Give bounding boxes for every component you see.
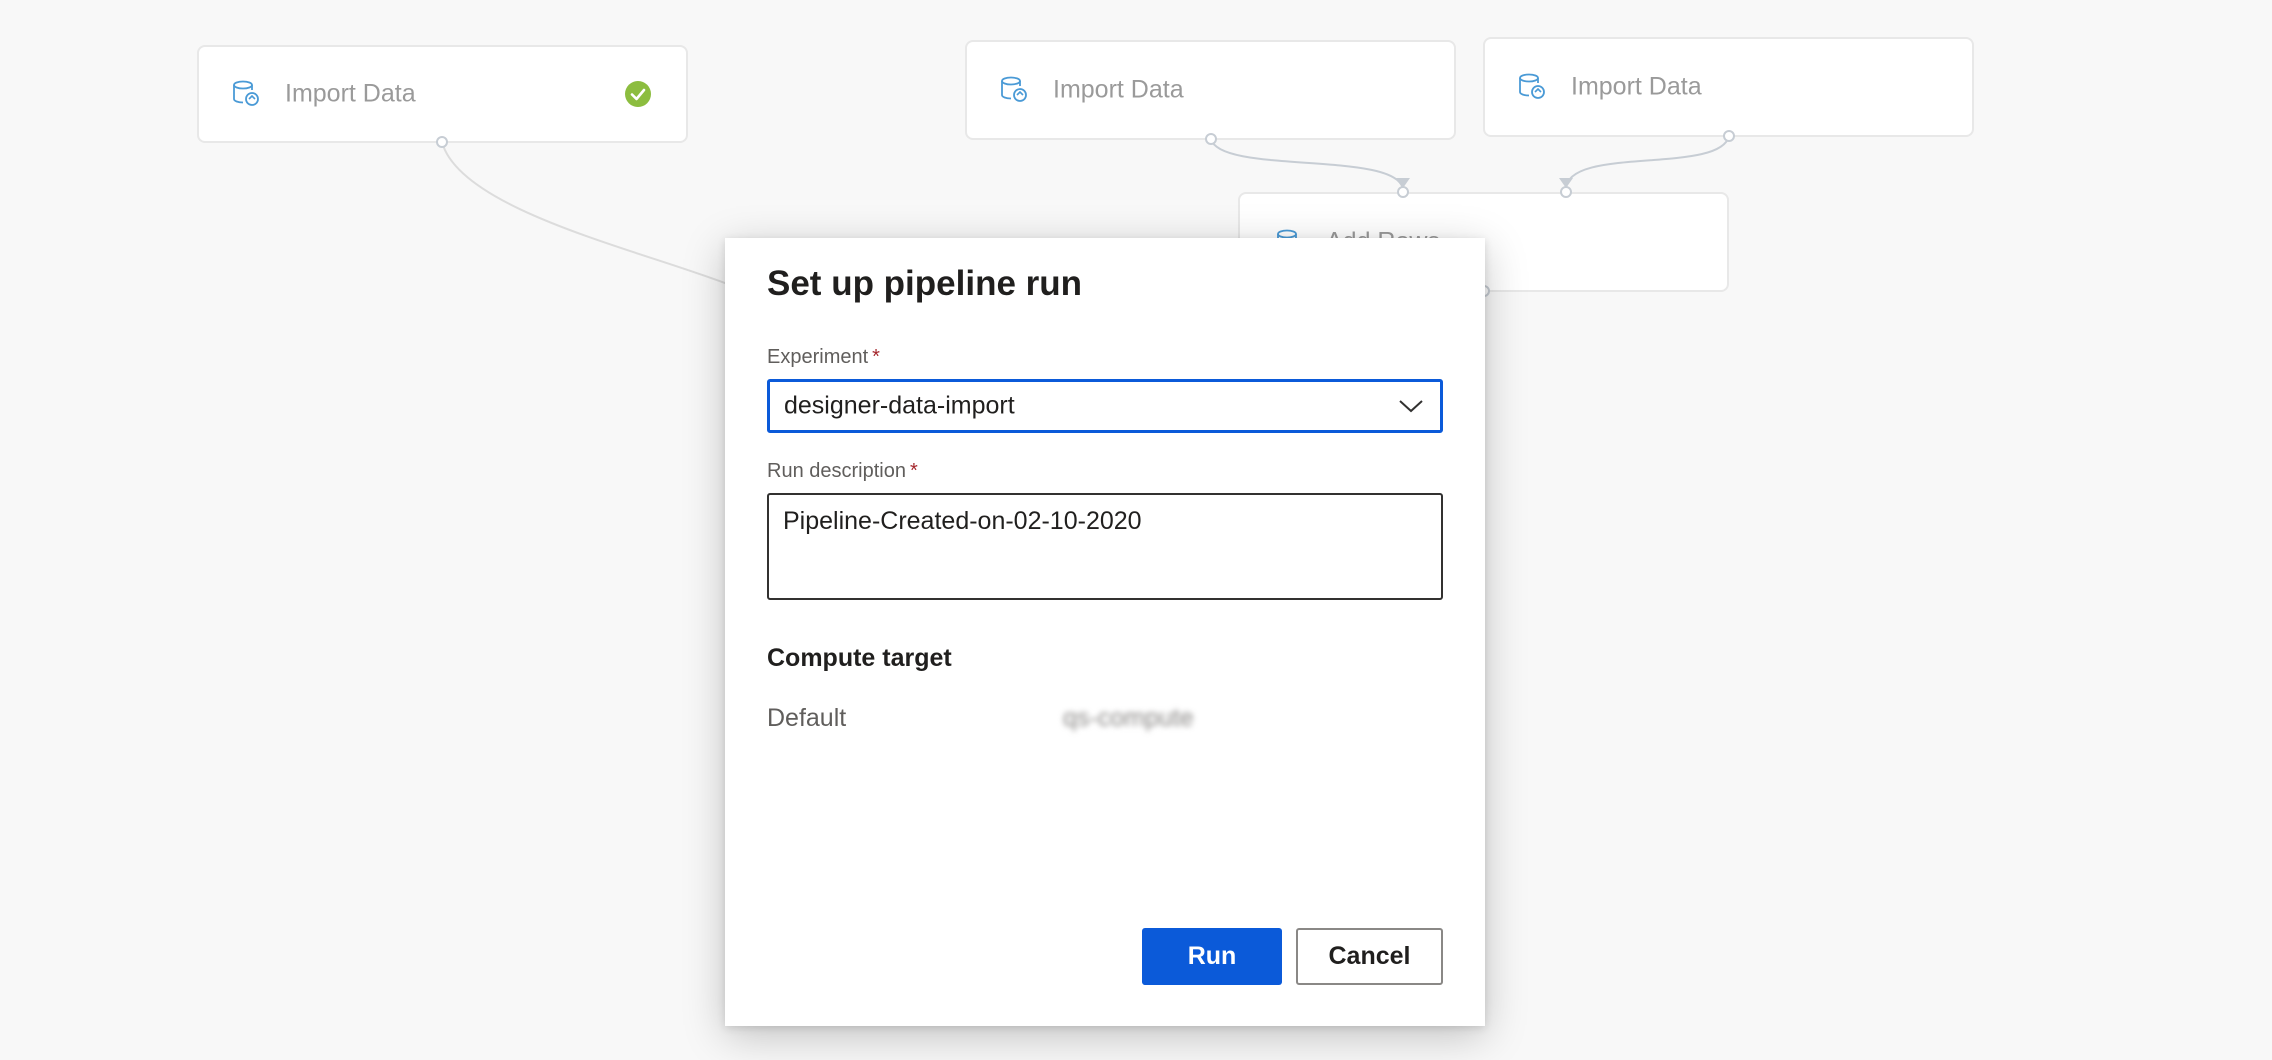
module-label: Import Data: [285, 79, 416, 108]
run-description-label-text: Run description: [767, 460, 906, 482]
module-import-data-3[interactable]: Import Data: [1483, 37, 1974, 137]
module-label: Import Data: [1053, 75, 1184, 104]
chevron-down-icon: [1399, 400, 1423, 413]
setup-pipeline-run-dialog: Set up pipeline run Experiment * designer…: [725, 238, 1485, 1026]
experiment-label: Experiment *: [767, 346, 880, 369]
module-label: Import Data: [1571, 72, 1702, 101]
success-check-icon: [624, 80, 652, 108]
module-import-data-2[interactable]: Import Data: [965, 40, 1456, 140]
compute-default-value: qs-compute: [1063, 704, 1194, 732]
experiment-selected-value: designer-data-import: [784, 391, 1015, 420]
run-description-label: Run description *: [767, 460, 918, 483]
required-marker: *: [872, 346, 880, 368]
required-marker: *: [909, 460, 918, 482]
connection-edge: [1210, 138, 1404, 191]
import-data-icon: [231, 79, 261, 109]
dialog-title: Set up pipeline run: [767, 264, 1083, 303]
input-port[interactable]: [1560, 186, 1572, 198]
connection-edge: [1564, 135, 1730, 191]
connection-edge: [441, 141, 731, 286]
cancel-button[interactable]: Cancel: [1296, 928, 1443, 985]
output-port[interactable]: [1205, 133, 1217, 145]
output-port[interactable]: [436, 136, 448, 148]
experiment-dropdown[interactable]: designer-data-import: [767, 379, 1443, 433]
run-description-field[interactable]: Pipeline-Created-on-02-10-2020: [767, 493, 1443, 600]
experiment-label-text: Experiment: [767, 346, 869, 368]
compute-default-label: Default: [767, 704, 847, 732]
output-port[interactable]: [1723, 130, 1735, 142]
input-port[interactable]: [1397, 186, 1409, 198]
compute-target-heading: Compute target: [767, 644, 952, 672]
import-data-icon: [999, 75, 1029, 105]
module-import-data-1[interactable]: Import Data: [197, 45, 688, 143]
import-data-icon: [1517, 72, 1547, 102]
run-button[interactable]: Run: [1142, 928, 1282, 985]
